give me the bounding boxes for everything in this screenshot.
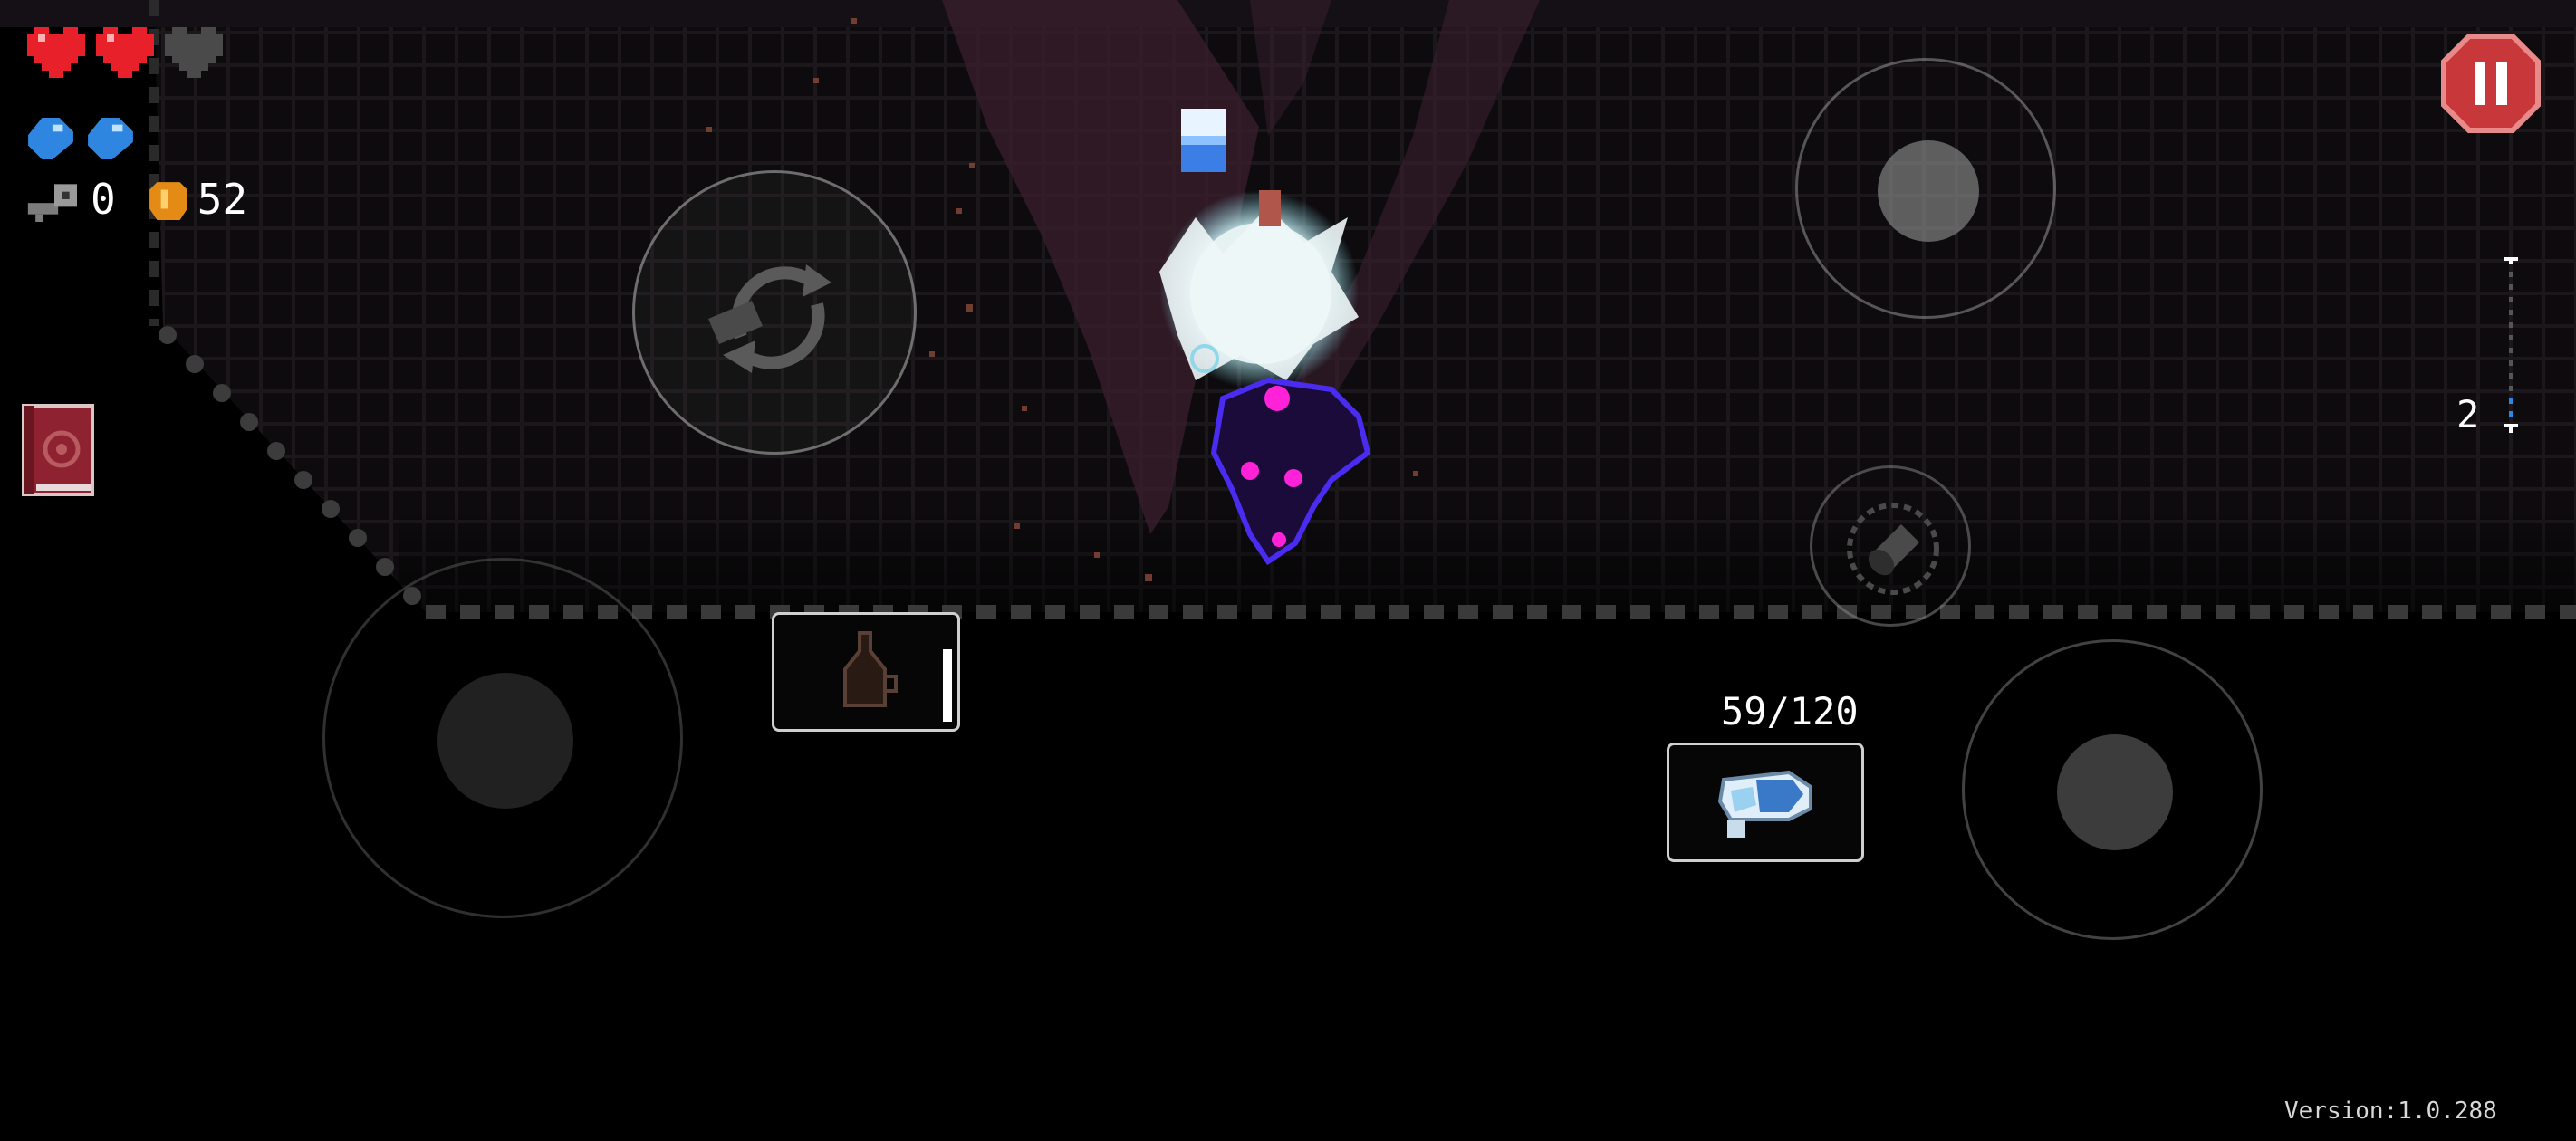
- key-icon: [27, 184, 77, 222]
- move-joystick[interactable]: [322, 558, 683, 918]
- ice-explosion: [1159, 190, 1359, 389]
- coin-count: 52: [197, 175, 248, 224]
- armor-bar: [27, 118, 134, 159]
- floor-progress-meter: [2504, 257, 2518, 433]
- heart-icon: [27, 27, 85, 78]
- fire-joystick[interactable]: [1962, 639, 2263, 940]
- shield-icon: [88, 118, 133, 159]
- item-slot[interactable]: [772, 612, 960, 732]
- key-count: 0: [91, 175, 116, 224]
- joystick-knob[interactable]: [437, 673, 573, 809]
- game-world: [0, 0, 2576, 1141]
- aim-joystick[interactable]: [1795, 58, 2056, 319]
- coin-icon: [149, 182, 187, 220]
- resource-counters: 0 52: [27, 177, 271, 222]
- skill-button[interactable]: [1810, 465, 1971, 627]
- pause-button[interactable]: [2440, 33, 2542, 134]
- version-label: Version:1.0.288: [2284, 1098, 2497, 1125]
- swap-weapon-button[interactable]: [632, 170, 917, 455]
- heart-icon: [96, 27, 154, 78]
- key-counter: 0: [27, 177, 116, 222]
- game-screen: 0 52 59/120 2 Version:1.0.288: [0, 0, 2576, 1141]
- ammo-counter: 59/120: [1721, 689, 1859, 734]
- skill-icon: [1847, 503, 1939, 595]
- book-icon: [22, 404, 94, 496]
- joystick-knob[interactable]: [1878, 140, 1979, 242]
- coin-counter: 52: [149, 178, 247, 220]
- book-button[interactable]: [22, 404, 94, 496]
- health-bar: [27, 27, 223, 78]
- joystick-knob[interactable]: [2057, 734, 2173, 850]
- potion-icon: [843, 631, 898, 707]
- floor-number: 2: [2456, 392, 2480, 436]
- swap-weapon-icon: [708, 264, 831, 373]
- empty-heart-icon: [165, 27, 223, 78]
- crystal-pickup: [1181, 109, 1226, 172]
- crystal-gun-icon: [1717, 770, 1812, 838]
- pause-icon: [2441, 34, 2541, 133]
- weapon-slot[interactable]: [1667, 743, 1864, 862]
- item-charge-bar: [943, 649, 952, 722]
- shield-icon: [28, 118, 73, 159]
